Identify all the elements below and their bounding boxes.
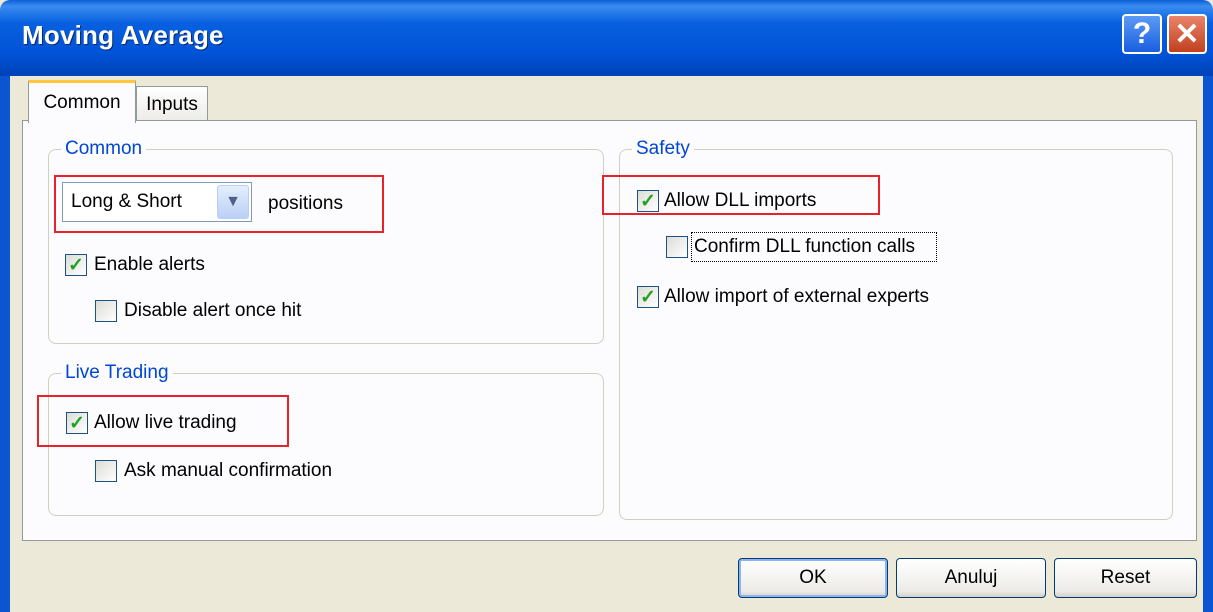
reset-button[interactable]: Reset [1054, 558, 1197, 598]
reset-button-label: Reset [1100, 567, 1151, 588]
tab-common-label: Common [43, 92, 121, 113]
ask-manual-confirmation-checkbox[interactable] [95, 460, 117, 482]
close-button[interactable]: ✕ [1167, 14, 1207, 54]
ask-manual-confirmation-label[interactable]: Ask manual confirmation [124, 460, 332, 482]
common-group-legend: Common [65, 138, 143, 159]
window-frame-left [0, 76, 10, 612]
highlight-box-live-trading [37, 395, 289, 447]
highlight-box-dll-imports [602, 175, 880, 215]
ok-button[interactable]: OK [738, 558, 888, 598]
allow-import-external-experts-checkbox[interactable]: ✓ [637, 286, 659, 308]
title-bar[interactable]: Moving Average ? ✕ [0, 0, 1213, 76]
disable-alert-once-hit-checkbox[interactable] [95, 300, 117, 322]
ok-button-label: OK [799, 567, 827, 588]
enable-alerts-label[interactable]: Enable alerts [94, 254, 205, 276]
tab-inputs[interactable]: Inputs [136, 86, 208, 122]
disable-alert-once-hit-label[interactable]: Disable alert once hit [124, 300, 301, 322]
highlight-box-positions [54, 175, 384, 233]
window-title: Moving Average [22, 20, 224, 50]
help-button[interactable]: ? [1122, 14, 1162, 54]
confirm-dll-function-calls-label[interactable]: Confirm DLL function calls [694, 236, 915, 258]
window-frame-right [1203, 76, 1213, 612]
enable-alerts-checkbox[interactable]: ✓ [65, 254, 87, 276]
close-icon: ✕ [1174, 17, 1200, 51]
cancel-button[interactable]: Anuluj [896, 558, 1046, 598]
confirm-dll-function-calls-checkbox[interactable] [666, 236, 688, 258]
help-icon: ? [1132, 17, 1152, 50]
tab-common[interactable]: Common [28, 80, 136, 123]
cancel-button-label: Anuluj [944, 567, 998, 588]
allow-import-external-experts-label[interactable]: Allow import of external experts [664, 286, 929, 308]
live-trading-group-legend: Live Trading [65, 362, 169, 383]
tab-inputs-label: Inputs [146, 93, 198, 115]
safety-group-legend: Safety [636, 138, 690, 159]
